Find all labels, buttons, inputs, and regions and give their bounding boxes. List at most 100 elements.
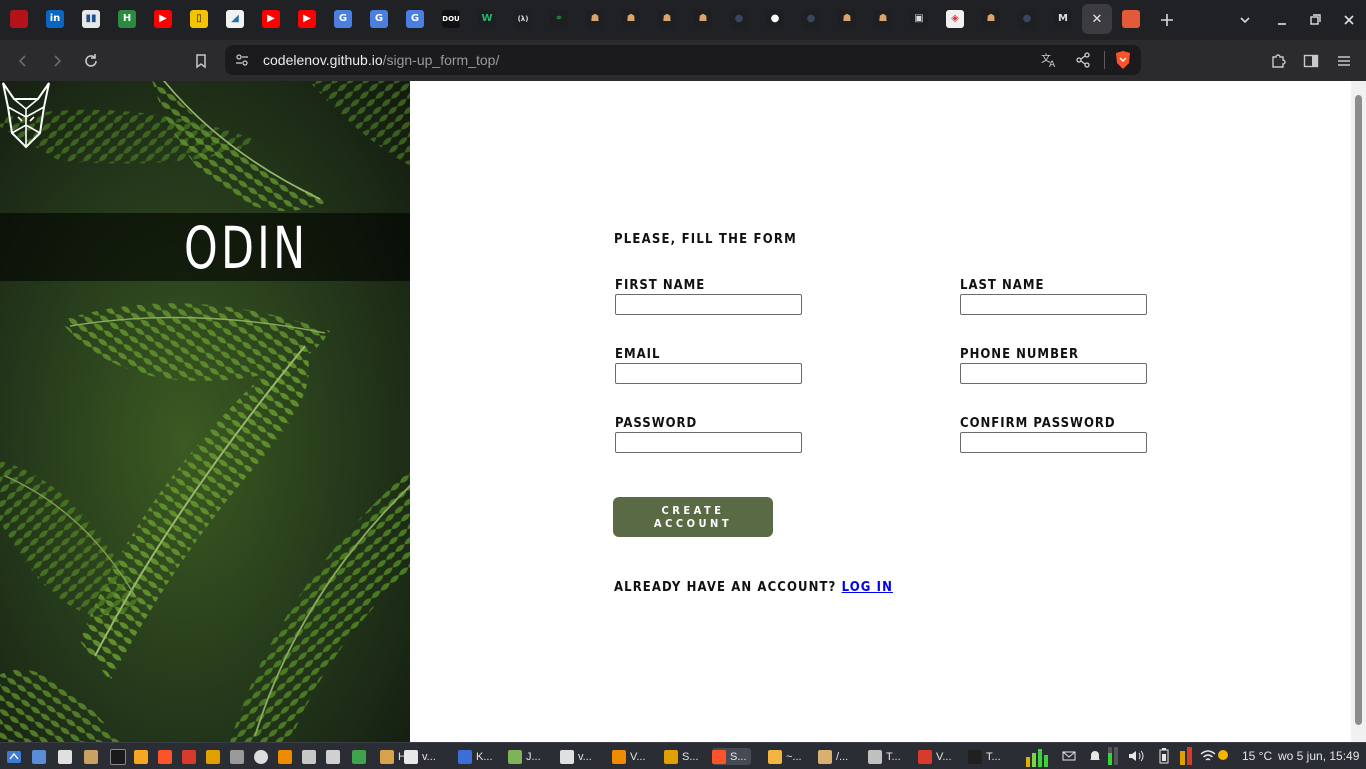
quick-launch-vlc[interactable] bbox=[278, 748, 296, 765]
browser-tab[interactable]: ☗ bbox=[868, 4, 898, 34]
browser-tab[interactable]: ◢ bbox=[220, 4, 250, 34]
browser-tab[interactable]: ☗ bbox=[616, 4, 646, 34]
maximize-icon bbox=[1310, 14, 1321, 25]
browser-tab[interactable]: W bbox=[472, 4, 502, 34]
quick-launch-notes[interactable] bbox=[58, 748, 76, 765]
quick-launch-terminal[interactable] bbox=[110, 748, 130, 765]
weather-temperature[interactable]: 15 °C bbox=[1242, 749, 1272, 763]
browser-tab[interactable]: ☗ bbox=[976, 4, 1006, 34]
browser-tab[interactable]: ▶ bbox=[292, 4, 322, 34]
create-account-button[interactable]: Create Account bbox=[613, 497, 773, 537]
back-button[interactable] bbox=[10, 48, 36, 74]
mail-icon[interactable] bbox=[1062, 749, 1076, 763]
browser-tab[interactable]: ● bbox=[760, 4, 790, 34]
taskbar-task[interactable]: T... bbox=[868, 748, 901, 765]
browser-tab[interactable]: ☗ bbox=[688, 4, 718, 34]
taskbar-task[interactable]: v... bbox=[404, 748, 436, 765]
taskbar-task[interactable]: v... bbox=[560, 748, 592, 765]
quick-launch-viewer[interactable] bbox=[206, 748, 224, 765]
extensions-button[interactable] bbox=[1265, 48, 1291, 74]
battery-icon[interactable] bbox=[1158, 748, 1170, 764]
password-input[interactable] bbox=[615, 432, 802, 453]
scrollbar-thumb[interactable] bbox=[1355, 95, 1362, 725]
browser-tab[interactable]: (λ) bbox=[508, 4, 538, 34]
brave-shields-icon[interactable] bbox=[1114, 50, 1132, 70]
site-settings-icon[interactable] bbox=[235, 53, 249, 67]
browser-tab[interactable]: ☗ bbox=[652, 4, 682, 34]
browser-tab[interactable]: ⚭ bbox=[544, 4, 574, 34]
url-text[interactable]: codelenov.github.io/sign-up_form_top/ bbox=[263, 52, 499, 68]
minimize-window-button[interactable] bbox=[1270, 8, 1294, 32]
quick-launch-editor[interactable] bbox=[134, 748, 152, 765]
last-name-label: Last Name bbox=[960, 278, 1045, 293]
browser-tab[interactable]: ● bbox=[796, 4, 826, 34]
browser-tab[interactable]: ● bbox=[724, 4, 754, 34]
quick-launch-app[interactable] bbox=[182, 748, 200, 765]
quick-launch-app2[interactable] bbox=[302, 748, 320, 765]
taskbar-task[interactable]: ~... bbox=[768, 748, 802, 765]
browser-tab[interactable]: ▣ bbox=[904, 4, 934, 34]
quick-launch-files[interactable] bbox=[32, 748, 50, 765]
quick-launch-search[interactable] bbox=[254, 748, 272, 765]
reload-button[interactable] bbox=[78, 48, 104, 74]
volume-icon[interactable] bbox=[1128, 749, 1144, 763]
forward-button[interactable] bbox=[44, 48, 70, 74]
browser-tab[interactable]: ▮▮ bbox=[76, 4, 106, 34]
taskbar-task[interactable]: K... bbox=[458, 748, 493, 765]
quick-launch-calculator[interactable] bbox=[326, 748, 344, 765]
browser-tab[interactable]: ▶ bbox=[256, 4, 286, 34]
taskbar-task[interactable]: T... bbox=[968, 748, 1001, 765]
maximize-window-button[interactable] bbox=[1303, 8, 1327, 32]
browser-tab[interactable]: M bbox=[1048, 4, 1078, 34]
browser-tab[interactable]: in bbox=[40, 4, 70, 34]
taskbar-task[interactable]: V... bbox=[612, 748, 646, 765]
taskbar-task[interactable]: J... bbox=[508, 748, 541, 765]
browser-tab[interactable]: ▶ bbox=[148, 4, 178, 34]
browser-tab[interactable] bbox=[1116, 4, 1146, 34]
page-scrollbar[interactable] bbox=[1351, 81, 1366, 742]
last-name-field: Last Name bbox=[960, 279, 1147, 315]
system-clock[interactable]: wo 5 jun, 15:49 bbox=[1278, 749, 1359, 763]
close-icon[interactable]: ✕ bbox=[1088, 10, 1106, 28]
main-menu-button[interactable] bbox=[1331, 48, 1357, 74]
browser-tab[interactable]: ● bbox=[1012, 4, 1042, 34]
browser-tab[interactable]: DOU bbox=[436, 4, 466, 34]
phone-number-input[interactable] bbox=[960, 363, 1147, 384]
wifi-icon[interactable] bbox=[1200, 749, 1216, 763]
browser-tab[interactable]: ☗ bbox=[580, 4, 610, 34]
translate-icon[interactable]: 文A bbox=[1040, 51, 1058, 69]
taskbar-task[interactable]: S... bbox=[712, 748, 751, 765]
bookmark-button[interactable] bbox=[188, 48, 214, 74]
dou-icon: DOU bbox=[442, 10, 460, 28]
app-launcher-button[interactable] bbox=[6, 748, 22, 765]
browser-tab[interactable] bbox=[4, 4, 34, 34]
last-name-input[interactable] bbox=[960, 294, 1147, 315]
taskbar-task[interactable]: V... bbox=[918, 748, 952, 765]
tab-search-button[interactable] bbox=[1233, 8, 1257, 32]
browser-tab[interactable]: ☗ bbox=[832, 4, 862, 34]
confirm-password-input[interactable] bbox=[960, 432, 1147, 453]
quick-launch-folder[interactable] bbox=[84, 748, 102, 765]
browser-tab[interactable]: ▯ bbox=[184, 4, 214, 34]
quick-launch-monitor[interactable] bbox=[230, 748, 248, 765]
share-icon[interactable] bbox=[1075, 52, 1091, 68]
taskbar-task[interactable]: S... bbox=[664, 748, 699, 765]
bell-icon[interactable] bbox=[1088, 749, 1102, 763]
first-name-input[interactable] bbox=[615, 294, 802, 315]
quick-launch-spreadsheet[interactable] bbox=[352, 748, 370, 765]
close-window-button[interactable] bbox=[1337, 8, 1361, 32]
browser-tab-active[interactable]: ✕ bbox=[1082, 4, 1112, 34]
sidebar-toggle-button[interactable] bbox=[1298, 48, 1324, 74]
odin-icon: ☗ bbox=[622, 10, 640, 28]
browser-tab[interactable]: G bbox=[328, 4, 358, 34]
browser-tab[interactable]: ◈ bbox=[940, 4, 970, 34]
email-input[interactable] bbox=[615, 363, 802, 384]
taskbar-task[interactable]: /... bbox=[818, 748, 848, 765]
login-link[interactable]: Log in bbox=[842, 580, 893, 595]
browser-tab[interactable]: H bbox=[112, 4, 142, 34]
browser-tab[interactable]: G bbox=[400, 4, 430, 34]
browser-tab[interactable]: G bbox=[364, 4, 394, 34]
address-bar[interactable]: codelenov.github.io/sign-up_form_top/ 文A bbox=[225, 45, 1141, 75]
new-tab-button[interactable] bbox=[1155, 8, 1179, 32]
quick-launch-brave[interactable] bbox=[158, 748, 176, 765]
